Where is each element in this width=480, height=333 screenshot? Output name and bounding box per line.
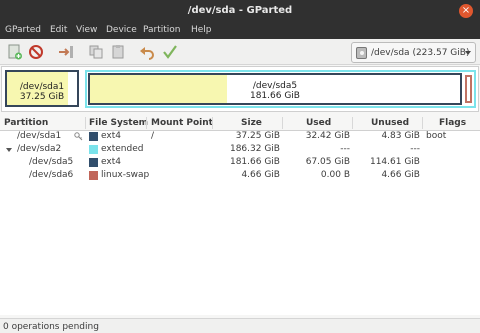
cell-partition: /dev/sda2 [17, 144, 62, 154]
cell-unused: --- [410, 144, 420, 154]
cell-size: 4.66 GiB [241, 170, 280, 180]
menu-device[interactable]: Device [106, 25, 137, 35]
partition-block-sda1[interactable]: /dev/sda1 37.25 GiB [5, 70, 79, 107]
cell-unused: 4.83 GiB [381, 131, 420, 141]
copy-icon[interactable] [88, 44, 104, 60]
cell-size: 181.66 GiB [229, 157, 280, 167]
table-row[interactable]: /dev/sda5 ext4 181.66 GiB 67.05 GiB 114.… [0, 157, 480, 170]
partition-block-size: 181.66 GiB [249, 91, 300, 101]
menu-edit[interactable]: Edit [50, 25, 67, 35]
menu-view[interactable]: View [76, 25, 97, 35]
new-partition-icon[interactable] [7, 44, 23, 60]
extended-partition-block[interactable]: /dev/sda5 181.66 GiB [85, 70, 476, 108]
partition-block-name: /dev/sda5 [252, 81, 298, 91]
column-file-system[interactable]: File System [89, 118, 148, 128]
cell-partition: /dev/sda6 [29, 170, 74, 180]
window-title: /dev/sda - GParted [187, 5, 293, 16]
cell-file-system: ext4 [101, 157, 121, 167]
close-icon: × [461, 5, 471, 16]
column-flags[interactable]: Flags [439, 118, 466, 128]
menu-help[interactable]: Help [191, 25, 212, 35]
key-icon [74, 132, 83, 141]
resize-move-icon[interactable] [58, 44, 74, 60]
table-row[interactable]: /dev/sda2 extended 186.32 GiB --- --- [0, 144, 480, 157]
cell-file-system: linux-swap [101, 170, 150, 180]
menu-bar: GParted Edit View Device Partition Help [0, 22, 480, 39]
device-name: /dev/sda [371, 48, 410, 58]
status-text: 0 operations pending [3, 322, 99, 332]
cell-file-system: extended [101, 144, 144, 154]
toolbar: /dev/sda (223.57 GiB) [0, 39, 480, 65]
cell-unused: 4.66 GiB [381, 170, 420, 180]
menu-gparted[interactable]: GParted [5, 25, 41, 35]
cell-file-system: ext4 [101, 131, 121, 141]
cell-used: 67.05 GiB [305, 157, 350, 167]
column-size[interactable]: Size [241, 118, 262, 128]
cell-used: --- [340, 144, 350, 154]
expander-icon[interactable] [6, 148, 12, 152]
partition-block-sda5[interactable]: /dev/sda5 181.66 GiB [88, 73, 462, 105]
cell-unused: 114.61 GiB [369, 157, 420, 167]
title-bar: /dev/sda - GParted × [0, 0, 480, 22]
fs-color-swatch [89, 145, 98, 154]
status-bar: 0 operations pending [0, 318, 480, 333]
close-button[interactable]: × [459, 4, 473, 18]
partition-block-sda6[interactable] [465, 75, 472, 103]
fs-color-swatch [89, 158, 98, 167]
device-size: (223.57 GiB) [412, 48, 470, 58]
cell-size: 186.32 GiB [229, 144, 280, 154]
table-row[interactable]: /dev/sda6 linux-swap 4.66 GiB 0.00 B 4.6… [0, 170, 480, 183]
apply-icon[interactable] [162, 44, 178, 60]
disk-icon [356, 47, 367, 59]
column-used[interactable]: Used [306, 118, 331, 128]
cell-used: 0.00 B [320, 170, 350, 180]
partition-block-size: 37.25 GiB [19, 92, 65, 102]
device-selector[interactable]: /dev/sda (223.57 GiB) [351, 42, 476, 63]
cell-flags: boot [426, 131, 447, 141]
partition-map: /dev/sda1 37.25 GiB /dev/sda5 181.66 GiB [1, 66, 479, 112]
column-unused[interactable]: Unused [371, 118, 409, 128]
cell-partition: /dev/sda1 [17, 131, 62, 141]
delete-partition-icon[interactable] [28, 44, 44, 60]
table-row[interactable]: /dev/sda1 ext4 / 37.25 GiB 32.42 GiB 4.8… [0, 131, 480, 144]
fs-color-swatch [89, 132, 98, 141]
fs-color-swatch [89, 171, 98, 180]
table-header: Partition File System Mount Point Size U… [0, 116, 480, 131]
cell-used: 32.42 GiB [305, 131, 350, 141]
partition-table: /dev/sda1 ext4 / 37.25 GiB 32.42 GiB 4.8… [0, 131, 480, 315]
cell-partition: /dev/sda5 [29, 157, 74, 167]
column-mount-point[interactable]: Mount Point [151, 118, 213, 128]
cell-mount-point: / [151, 131, 155, 141]
partition-block-name: /dev/sda1 [19, 82, 65, 92]
chevron-down-icon [465, 51, 471, 55]
undo-icon[interactable] [139, 44, 155, 60]
menu-partition[interactable]: Partition [143, 25, 181, 35]
column-partition[interactable]: Partition [4, 118, 48, 128]
cell-size: 37.25 GiB [235, 131, 280, 141]
paste-icon[interactable] [110, 44, 126, 60]
